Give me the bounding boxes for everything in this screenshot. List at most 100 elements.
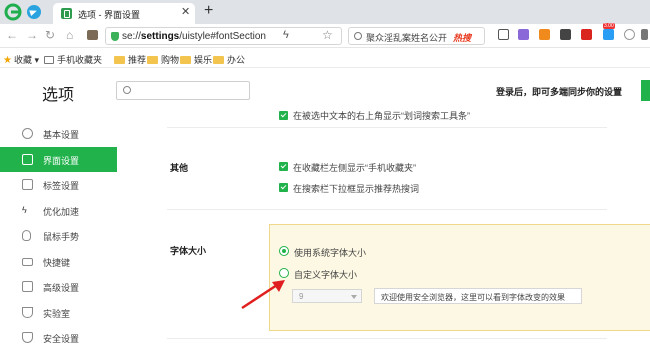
checkbox-mobile-favorites[interactable] xyxy=(279,162,288,171)
lightning-icon: ϟ xyxy=(22,205,27,215)
sidebar-item-label: 界面设置 xyxy=(43,156,80,166)
address-bar: ← → ↻ ⌂ se://settings/uistyle#fontSectio… xyxy=(0,24,650,48)
section-divider xyxy=(167,338,607,339)
sidebar-item-label: 优化加速 xyxy=(43,207,80,217)
section-divider xyxy=(167,209,607,210)
sidebar-item-label: 标签设置 xyxy=(43,181,80,191)
bookmark-mobile[interactable]: 手机收藏夹 xyxy=(44,53,102,66)
bookmark-recommend[interactable]: 推荐 xyxy=(114,53,146,66)
sidebar-item-interface[interactable]: 界面设置 xyxy=(0,147,117,172)
reload-icon[interactable]: ↻ xyxy=(45,28,55,42)
advanced-icon xyxy=(22,281,33,292)
browser-logo-icon[interactable] xyxy=(4,3,22,21)
sidebar-item-label: 基本设置 xyxy=(43,130,80,140)
label-system-font: 使用系统字体大小 xyxy=(294,248,367,258)
gamepad-icon[interactable] xyxy=(539,29,550,40)
more-extensions-icon[interactable] xyxy=(641,29,648,40)
section-label-other: 其他 xyxy=(170,163,189,173)
mouse-icon xyxy=(22,230,31,241)
settings-sidebar: 基本设置 界面设置 标签设置 ϟ 优化加速 鼠标手势 快捷键 高级设置 实验室 … xyxy=(0,113,117,347)
option-hot-search: 在搜索栏下拉框显示推荐热搜词 xyxy=(293,184,420,194)
option-selection-toolbar: 在被选中文本的右上角显示“划词搜索工具条” xyxy=(293,111,470,121)
hot-search-label: 热搜 xyxy=(453,33,472,43)
sidebar-item-mouse[interactable]: 鼠标手势 xyxy=(0,223,117,248)
sidebar-item-security[interactable]: 安全设置 xyxy=(0,325,117,347)
settings-tab-icon xyxy=(61,8,72,19)
sidebar-item-label: 快捷键 xyxy=(43,258,71,268)
search-icon xyxy=(123,86,131,94)
sidebar-item-basic[interactable]: 基本设置 xyxy=(0,121,117,146)
search-field[interactable]: 聚众淫乱案姓名公开 热搜 xyxy=(348,27,485,45)
checkbox-selection-toolbar[interactable] xyxy=(279,111,288,120)
folder-icon xyxy=(213,56,224,64)
sidebar-item-shortcuts[interactable]: 快捷键 xyxy=(0,249,117,274)
sidebar-item-lab[interactable]: 实验室 xyxy=(0,300,117,325)
tab-icon xyxy=(22,179,33,190)
tab-close-icon[interactable]: ✕ xyxy=(181,5,190,18)
option-mobile-favorites: 在收藏栏左侧显示“手机收藏夹” xyxy=(293,163,416,173)
url-field[interactable]: se://settings/uistyle#fontSection xyxy=(105,27,342,45)
settings-header: 选项 登录后，即可多端同步你的设置 xyxy=(0,69,650,113)
bookmark-office[interactable]: 办公 xyxy=(213,53,245,66)
extension-purple-icon[interactable] xyxy=(518,29,529,40)
home-icon[interactable]: ⌂ xyxy=(66,28,73,42)
wallet-icon[interactable] xyxy=(87,30,98,40)
media-play-icon[interactable] xyxy=(603,23,615,40)
translate-icon[interactable] xyxy=(624,29,635,40)
folder-icon xyxy=(114,56,125,64)
section-label-font-size: 字体大小 xyxy=(170,246,207,256)
sidebar-item-label: 高级设置 xyxy=(43,283,80,293)
tab-bar: 选项 - 界面设置 ✕ + xyxy=(0,0,650,24)
sidebar-item-label: 鼠标手势 xyxy=(43,232,80,242)
chevron-down-icon xyxy=(351,295,357,299)
lightning-icon[interactable]: ϟ xyxy=(283,29,289,41)
page-title: 选项 xyxy=(42,87,75,104)
lab-icon xyxy=(22,307,33,318)
keyboard-icon xyxy=(22,258,33,266)
font-size-value: 9 xyxy=(299,292,304,301)
url-text: se://settings/uistyle#fontSection xyxy=(122,31,266,42)
telegram-icon[interactable] xyxy=(27,5,41,19)
login-sync-text[interactable]: 登录后，即可多端同步你的设置 xyxy=(496,85,622,98)
label-custom-font: 自定义字体大小 xyxy=(294,270,358,280)
folder-icon xyxy=(180,56,191,64)
forward-icon[interactable]: → xyxy=(26,28,38,42)
tab-active[interactable]: 选项 - 界面设置 xyxy=(53,3,195,24)
search-icon xyxy=(354,32,362,40)
sidebar-item-label: 安全设置 xyxy=(43,334,80,344)
sidebar-item-tabs[interactable]: 标签设置 xyxy=(0,172,117,197)
back-icon[interactable]: ← xyxy=(6,28,18,42)
red-arrow-annotation xyxy=(241,280,285,310)
new-tab-button[interactable]: + xyxy=(204,2,213,20)
login-button[interactable] xyxy=(641,80,650,101)
font-size-select[interactable]: 9 xyxy=(292,289,362,303)
bookmark-entertainment[interactable]: 娱乐 xyxy=(180,53,212,66)
settings-search-input[interactable] xyxy=(116,81,250,100)
section-divider xyxy=(167,127,607,128)
tab-title: 选项 - 界面设置 xyxy=(78,10,140,20)
checkbox-hot-search[interactable] xyxy=(279,183,288,192)
sidebar-item-optimize[interactable]: ϟ 优化加速 xyxy=(0,198,117,223)
sidebar-item-advanced[interactable]: 高级设置 xyxy=(0,274,117,299)
secure-shield-icon xyxy=(111,32,119,41)
settings-icon xyxy=(22,128,33,139)
mobile-icon xyxy=(44,56,54,64)
bookmark-star-icon[interactable]: ☆ xyxy=(322,28,333,42)
settings-content: 在被选中文本的右上角显示“划词搜索工具条” 其他 在收藏栏左侧显示“手机收藏夹”… xyxy=(117,111,650,347)
scissors-icon[interactable] xyxy=(498,29,509,40)
shield-icon xyxy=(22,332,33,343)
search-text: 聚众淫乱案姓名公开 xyxy=(366,33,448,43)
folder-icon xyxy=(147,56,158,64)
font-size-panel: 使用系统字体大小 自定义字体大小 9 欢迎使用安全浏览器，这里可以看到字体改变的… xyxy=(269,224,650,331)
font-preview-box: 欢迎使用安全浏览器，这里可以看到字体改变的效果 xyxy=(374,288,582,304)
reader-icon[interactable] xyxy=(560,29,571,40)
radio-system-font[interactable] xyxy=(279,246,289,256)
bookmark-shopping[interactable]: 购物 xyxy=(147,53,179,66)
bookmarks-bar: ★ 收藏 ▾ 手机收藏夹 推荐 购物 娱乐 办公 xyxy=(0,48,650,68)
sidebar-item-label: 实验室 xyxy=(43,309,71,319)
bookmarks-favorites[interactable]: ★ 收藏 ▾ xyxy=(3,53,39,66)
star-icon: ★ xyxy=(3,55,12,66)
ublock-icon[interactable] xyxy=(581,29,592,40)
interface-icon xyxy=(22,154,33,165)
font-preview-text: 欢迎使用安全浏览器，这里可以看到字体改变的效果 xyxy=(381,293,565,302)
